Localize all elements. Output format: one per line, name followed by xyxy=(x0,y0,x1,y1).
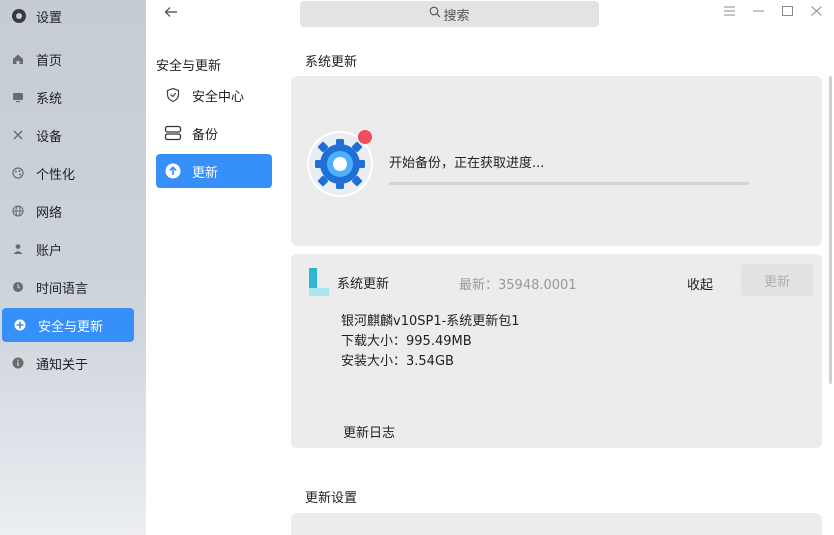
subnav-item-security-center[interactable]: 安全中心 xyxy=(156,78,272,112)
update-latest-version: 最新：35948.0001 xyxy=(459,278,577,293)
notification-badge xyxy=(358,130,372,144)
info-icon xyxy=(12,357,24,369)
subnav-item-label: 备份 xyxy=(192,127,219,143)
system-update-title: 系统更新 xyxy=(305,55,358,70)
sidebar-item-label: 时间语言 xyxy=(36,281,89,297)
backup-progress-bar xyxy=(389,182,749,185)
sidebar-item-devices[interactable]: 设备 xyxy=(0,118,134,152)
sidebar-item-time-language[interactable]: 时间语言 xyxy=(0,270,134,304)
subnav-item-update[interactable]: 更新 xyxy=(156,154,272,188)
back-arrow-icon[interactable] xyxy=(164,4,178,22)
close-icon[interactable] xyxy=(811,5,822,20)
update-install-size: 安装大小：3.54GB xyxy=(341,354,454,369)
kylin-logo-icon xyxy=(309,266,329,298)
sidebar-item-label: 个性化 xyxy=(36,167,76,183)
sidebar-item-account[interactable]: 账户 xyxy=(0,232,134,266)
minimize-icon[interactable] xyxy=(753,5,764,20)
app-title-text: 设置 xyxy=(36,10,63,26)
window-controls xyxy=(724,5,822,20)
clock-icon xyxy=(12,281,24,293)
home-icon xyxy=(12,53,24,65)
sidebar-item-label: 设备 xyxy=(36,129,63,145)
update-download-size: 下载大小：995.49MB xyxy=(341,334,472,349)
sidebar-item-network[interactable]: 网络 xyxy=(0,194,134,228)
update-button[interactable]: 更新 xyxy=(741,264,813,296)
update-gear-icon xyxy=(304,126,376,198)
backup-icon xyxy=(164,124,182,142)
scrollbar[interactable] xyxy=(829,76,832,384)
app-title: 设置 xyxy=(12,6,62,26)
sidebar-item-label: 账户 xyxy=(36,243,63,259)
menu-icon[interactable] xyxy=(724,5,735,20)
tools-icon xyxy=(12,129,24,141)
sidebar-item-label: 安全与更新 xyxy=(38,319,104,335)
collapse-link[interactable]: 收起 xyxy=(687,274,713,293)
shield-icon xyxy=(164,86,182,104)
sidebar-item-label: 通知关于 xyxy=(36,357,89,373)
backup-status-card: 开始备份，正在获取进度... xyxy=(291,76,822,246)
subnav-item-label: 更新 xyxy=(192,165,219,181)
update-name: 系统更新 xyxy=(337,276,390,292)
subnav-item-label: 安全中心 xyxy=(192,89,245,105)
sidebar-item-label: 系统 xyxy=(36,91,63,107)
sidebar-item-label: 网络 xyxy=(36,205,63,221)
settings-gear-icon xyxy=(12,9,26,23)
sidebar-nav: 首页 系统 设备 个性化 网络 账户 时间语言 安全与更新 通知关于 xyxy=(0,42,146,384)
update-header: 系统更新 xyxy=(309,266,389,298)
sidebar-item-home[interactable]: 首页 xyxy=(0,42,134,76)
secondary-nav: 安全与更新 安全中心 备份 更新 xyxy=(146,0,290,535)
sidebar-item-personalize[interactable]: 个性化 xyxy=(0,156,134,190)
update-card: 系统更新 最新：35948.0001 收起 更新 银河麒麟v10SP1-系统更新… xyxy=(291,254,822,448)
user-icon xyxy=(12,243,24,255)
globe-icon xyxy=(12,205,24,217)
palette-icon xyxy=(12,167,24,179)
sidebar: 设置 首页 系统 设备 个性化 网络 账户 时间语言 安全与更新 通知关于 xyxy=(0,0,146,535)
sidebar-item-notify-about[interactable]: 通知关于 xyxy=(0,346,134,380)
update-package-name: 银河麒麟v10SP1-系统更新包1 xyxy=(341,314,520,329)
maximize-icon[interactable] xyxy=(782,5,793,20)
monitor-icon xyxy=(12,91,24,103)
backup-status-text: 开始备份，正在获取进度... xyxy=(389,156,545,171)
shield-update-icon xyxy=(14,319,26,331)
sidebar-item-security-update[interactable]: 安全与更新 xyxy=(2,308,134,342)
subnav-title: 安全与更新 xyxy=(156,59,222,74)
sidebar-item-label: 首页 xyxy=(36,53,63,69)
main-panel: 搜索 系统更新 开始备份，正在获取进度... 系统更新 最新：35948.000… xyxy=(290,0,834,535)
search-input[interactable]: 搜索 xyxy=(300,1,599,27)
update-settings-card xyxy=(291,513,822,535)
subnav-item-backup[interactable]: 备份 xyxy=(156,116,272,150)
update-settings-title: 更新设置 xyxy=(305,491,358,506)
arrow-up-circle-icon xyxy=(164,162,182,180)
update-details: 银河麒麟v10SP1-系统更新包1 下载大小：995.49MB 安装大小：3.5… xyxy=(341,312,520,372)
update-log-link[interactable]: 更新日志 xyxy=(343,422,395,441)
search-icon xyxy=(429,6,441,22)
sidebar-item-system[interactable]: 系统 xyxy=(0,80,134,114)
search-placeholder: 搜索 xyxy=(443,8,470,24)
